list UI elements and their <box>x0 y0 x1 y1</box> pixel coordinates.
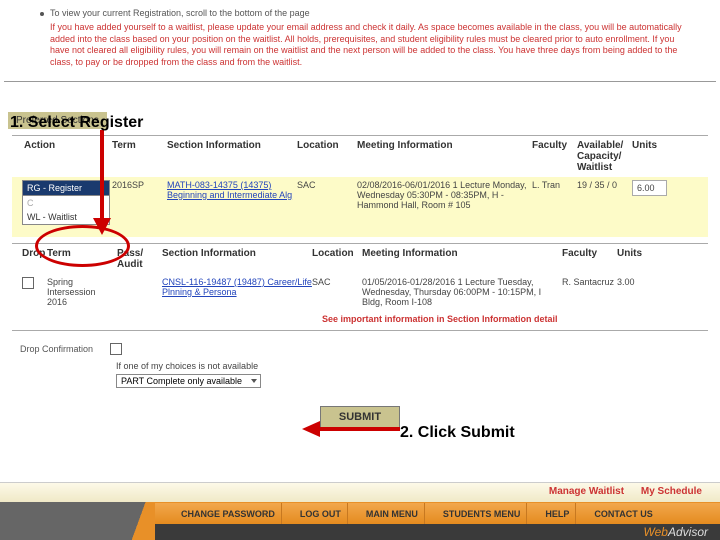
callout-step1: 1. Select Register <box>10 114 143 132</box>
important-note: See important information in Section Inf… <box>12 310 708 331</box>
col-section: Section Information <box>167 140 297 173</box>
drop-cell <box>12 277 47 289</box>
col-units: Units <box>632 140 672 173</box>
partial-label: If one of my choices is not available <box>116 361 708 371</box>
section-link[interactable]: MATH-083-14375 (14375) <box>167 180 297 190</box>
bottom-nav: CHANGE PASSWORD LOG OUT MAIN MENU STUDEN… <box>0 502 720 540</box>
nav-students-menu[interactable]: STUDENTS MENU <box>437 503 528 525</box>
nav-bottom-strip: WebAdvisor <box>155 524 720 540</box>
nav-main-menu[interactable]: MAIN MENU <box>360 503 425 525</box>
nav-change-password[interactable]: CHANGE PASSWORD <box>175 503 282 525</box>
callout-circle-icon <box>35 225 130 267</box>
location-cell2: SAC <box>312 277 362 287</box>
units-cell2: 3.00 <box>617 277 652 287</box>
drop-checkbox[interactable] <box>22 277 34 289</box>
units-cell: 6.00 <box>632 180 672 196</box>
col-faculty: Faculty <box>532 140 577 173</box>
col-avail: Available/ Capacity/ Waitlist <box>577 140 632 173</box>
footer-links: Manage Waitlist My Schedule <box>535 486 702 497</box>
section-link2[interactable]: CNSL-116-19487 (19487) Career/Life Plnni… <box>162 277 312 297</box>
waitlist-notice: If you have added yourself to a waitlist… <box>50 22 690 69</box>
footer-bar: Manage Waitlist My Schedule <box>0 482 720 502</box>
term-cell: 2016SP <box>112 180 167 190</box>
my-schedule-link[interactable]: My Schedule <box>641 486 702 497</box>
drop-confirmation-checkbox[interactable] <box>110 343 122 355</box>
intro-bullet: To view your current Registration, scrol… <box>40 8 690 18</box>
logo-advisor: Advisor <box>668 525 708 539</box>
col-faculty2: Faculty <box>562 248 617 270</box>
manage-waitlist-link[interactable]: Manage Waitlist <box>549 486 624 497</box>
term-cell2: Spring Intersession 2016 <box>47 277 117 307</box>
table-row: Spring Intersession 2016 CNSL-116-19487 … <box>12 274 708 310</box>
meeting-cell: 02/08/2016-06/01/2016 1 Lecture Monday, … <box>357 180 532 210</box>
callout-step2: 2. Click Submit <box>400 424 515 442</box>
partial-section: If one of my choices is not available PA… <box>116 361 708 388</box>
avail-cell: 19 / 35 / 0 <box>577 180 632 190</box>
callout-arrow-1-icon <box>90 130 120 240</box>
col-section2: Section Information <box>162 248 312 270</box>
col-location2: Location <box>312 248 362 270</box>
col-units2: Units <box>617 248 652 270</box>
nav-help[interactable]: HELP <box>539 503 576 525</box>
nav-contact[interactable]: CONTACT US <box>588 503 658 525</box>
meeting-cell2: 01/05/2016-01/28/2016 1 Lecture Tuesday,… <box>362 277 562 307</box>
section-link-2[interactable]: Beginning and Intermediate Alg <box>167 190 297 200</box>
col-location: Location <box>297 140 357 173</box>
nav-bar: CHANGE PASSWORD LOG OUT MAIN MENU STUDEN… <box>155 502 720 524</box>
col-meeting2: Meeting Information <box>362 248 562 270</box>
units-input[interactable]: 6.00 <box>632 180 667 196</box>
faculty-cell: L. Tran <box>532 180 577 190</box>
faculty-cell2: R. Santacruz <box>562 277 617 287</box>
logo-web: Web <box>644 525 668 539</box>
drop-confirmation-row: Drop Confirmation <box>20 343 708 355</box>
nav-logout[interactable]: LOG OUT <box>294 503 348 525</box>
section-cell: MATH-083-14375 (14375) Beginning and Int… <box>167 180 297 200</box>
col-meeting: Meeting Information <box>357 140 532 173</box>
webadvisor-logo: WebAdvisor <box>644 525 708 539</box>
location-cell: SAC <box>297 180 357 190</box>
col-term: Term <box>112 140 167 173</box>
partial-select[interactable]: PART Complete only available <box>116 374 261 388</box>
bullet-icon <box>40 12 44 16</box>
partial-select-value: PART Complete only available <box>121 376 242 386</box>
divider <box>4 81 716 82</box>
callout-arrow-2-icon <box>300 418 400 440</box>
drop-confirmation-label: Drop Confirmation <box>20 344 110 354</box>
intro-text: To view your current Registration, scrol… <box>50 8 310 18</box>
intro-area: To view your current Registration, scrol… <box>0 0 720 73</box>
